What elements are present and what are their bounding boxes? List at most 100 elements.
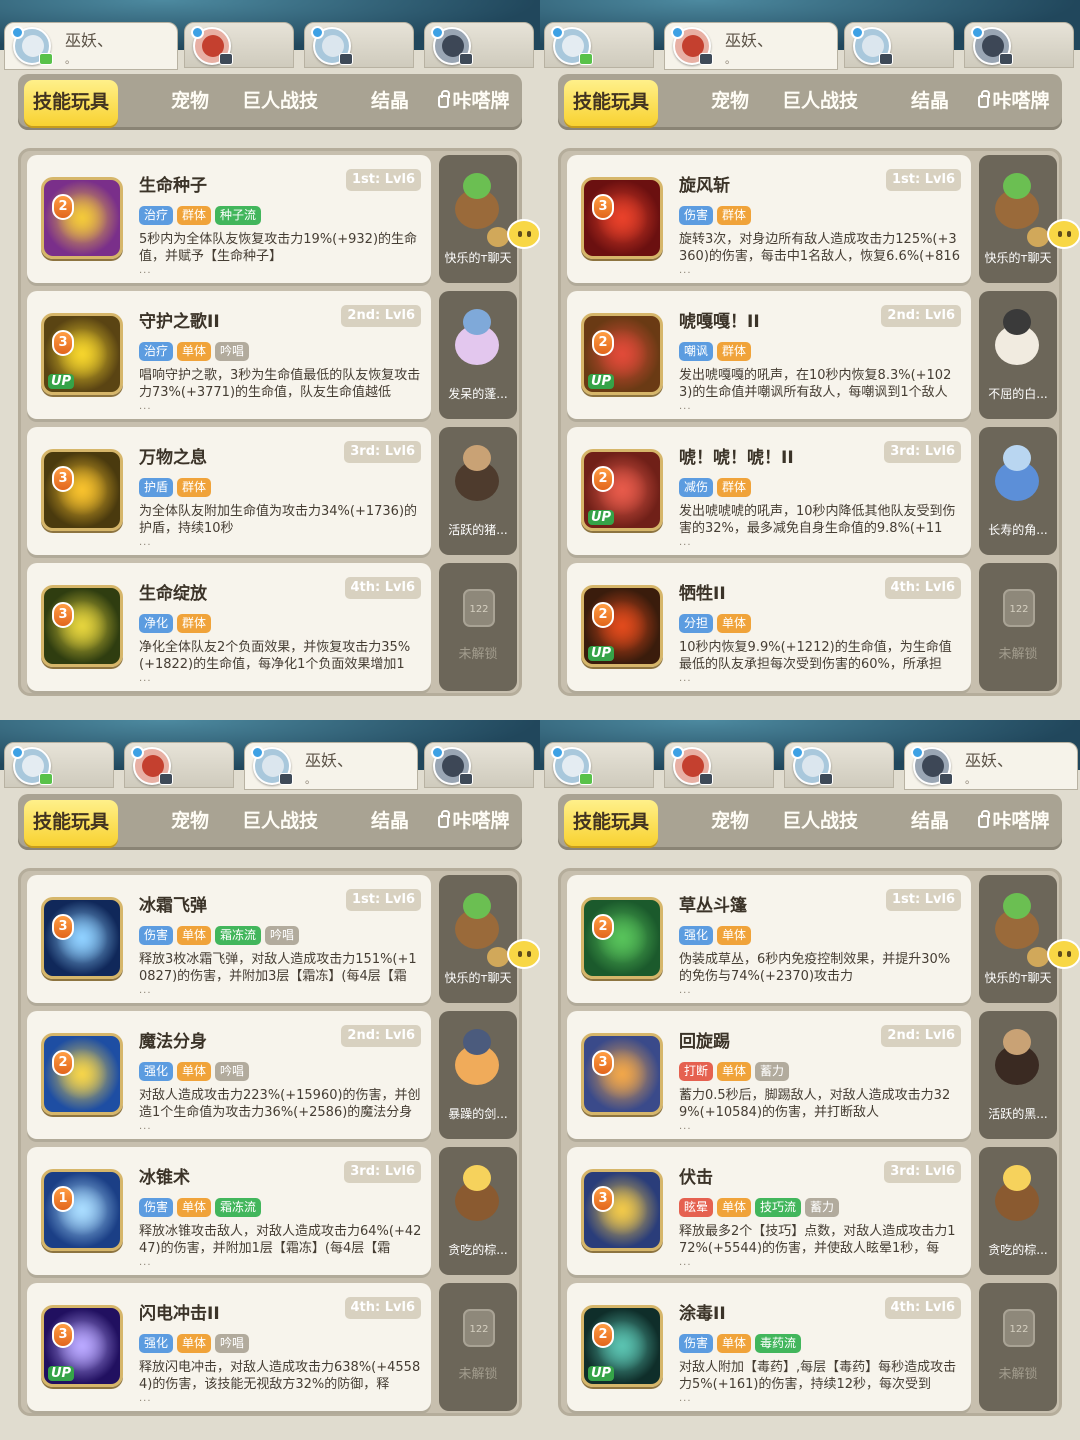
tab-skill-toys[interactable]: 技能玩具 [24,80,118,126]
skill-tag: 单体 [177,1198,212,1217]
tab-clack-cards[interactable]: 咔嗒牌 [428,794,520,850]
character-tab[interactable] [964,22,1074,68]
skill-tags: 治疗 单体 吟唱 [139,340,253,361]
category-tabs: 技能玩具 宠物 巨人战技 结晶 咔嗒牌 [18,794,522,850]
character-tab[interactable]: 巫妖、。 [4,22,178,70]
skill-card[interactable]: 3 旋风斩 1st: Lvl6 伤害 群体 旋转3次，对身边所有敌人造成攻击力125%(+… [567,155,971,283]
pet-head [1003,893,1031,919]
pet-slot[interactable]: 122 未解锁 [979,563,1057,691]
skill-card[interactable]: 3 UP 守护之歌II 2nd: Lvl6 治疗 单体 吟唱 唱响守护之歌，3秒为生命值最低的… [27,291,431,419]
character-tab[interactable] [184,22,294,68]
tab-skill-toys[interactable]: 技能玩具 [564,80,658,126]
skill-rank-badge: 2 [52,194,74,220]
skill-card[interactable]: 3 生命绽放 4th: Lvl6 净化 群体 净化全体队友2个负面效果，并恢复攻击力35%… [27,563,431,691]
tab-skill-toys[interactable]: 技能玩具 [564,800,658,846]
pet-slot[interactable]: 快乐的т聊天 [979,155,1080,283]
character-avatar [11,746,53,785]
tab-pets[interactable]: 宠物 [688,74,772,130]
skill-card[interactable]: 3 伏击 3rd: Lvl6 眩晕 单体 技巧流 蓄力 释放最多2个【技巧】点数，对敌人造成攻… [567,1147,971,1275]
skill-card[interactable]: 2 UP 唬嘎嘎！II 2nd: Lvl6 嘲讽 群体 发出唬嘎嘎的吼声，在10秒内恢复8.… [567,291,971,419]
character-avatar [131,746,173,785]
chat-emoji-icon[interactable] [1047,939,1080,969]
pet-head [463,173,491,199]
pet-slot[interactable]: 贪吃的棕... [439,1147,517,1275]
tab-crystals[interactable]: 结晶 [888,794,972,850]
character-avatar [11,26,53,65]
skill-list: 3 旋风斩 1st: Lvl6 伤害 群体 旋转3次，对身边所有敌人造成攻击力125%(+… [558,148,1080,696]
character-tab[interactable] [544,22,654,68]
pet-slot[interactable]: 122 未解锁 [979,1283,1057,1411]
character-tab[interactable]: 巫妖、。 [904,742,1078,790]
skill-card[interactable]: 2 魔法分身 2nd: Lvl6 强化 单体 吟唱 对敌人造成攻击力223%(+15960)… [27,1011,431,1139]
tab-label: 宠物 [710,810,749,832]
character-tab[interactable] [424,22,534,68]
tab-clack-cards[interactable]: 咔嗒牌 [968,794,1060,850]
pet-slot[interactable]: 发呆的蓬... [439,291,517,419]
tab-crystals[interactable]: 结晶 [888,74,972,130]
tab-giant-skills[interactable]: 巨人战技 [228,794,332,850]
skill-name: 万物之息 [139,448,207,468]
skill-tag: 群体 [177,206,212,225]
skill-description: 蓄力0.5秒后，脚踢敌人，对敌人造成攻击力329%(+10584)的伤害，并打断… [679,1088,951,1120]
unlock-status: 未解锁 [458,647,498,662]
skill-rank-badge: 2 [592,330,614,356]
tab-label: 宠物 [170,90,209,112]
character-tab[interactable]: 巫妖、。 [664,22,838,70]
tab-giant-skills[interactable]: 巨人战技 [768,74,872,130]
pet-slot[interactable]: 暴躁的剑... [439,1011,517,1139]
character-tab[interactable]: 巫妖、。 [244,742,418,790]
character-tabs: 巫妖、。 [540,742,1080,790]
character-tab[interactable] [784,742,894,788]
tab-pets[interactable]: 宠物 [688,794,772,850]
character-tab[interactable] [664,742,774,788]
skill-card[interactable]: 2 草丛斗篷 1st: Lvl6 强化 单体 伪装成草丛，6秒内免疫控制效果，并提升30%… [567,875,971,1003]
skill-card[interactable]: 3 回旋踢 2nd: Lvl6 打断 单体 蓄力 蓄力0.5秒后，脚踢敌人，对敌人造成攻击力… [567,1011,971,1139]
tab-pets[interactable]: 宠物 [148,74,232,130]
tab-clack-cards[interactable]: 咔嗒牌 [428,74,520,130]
pet-slot[interactable]: 活跃的黑... [979,1011,1057,1139]
skill-tag: 吟唱 [265,926,300,945]
tab-pets[interactable]: 宠物 [148,794,232,850]
pet-slot[interactable]: 快乐的т聊天 [979,875,1080,1003]
skill-card[interactable]: 2 UP 牺牲II 4th: Lvl6 分担 单体 10秒内恢复9.9%(+1212)的生命… [567,563,971,691]
pet-slot[interactable]: 不屈的白... [979,291,1057,419]
skill-tag: 蓄力 [755,1062,790,1081]
skill-card[interactable]: 3 UP 闪电冲击II 4th: Lvl6 强化 单体 吟唱 释放闪电冲击，对敌人造成攻击力6… [27,1283,431,1411]
more-indicator: ... [679,265,692,276]
skill-card[interactable]: 1 冰锥术 3rd: Lvl6 伤害 单体 霜冻流 释放冰锥攻击敌人，对敌人造成攻击力64%… [27,1147,431,1275]
class-tag-icon [251,746,264,759]
character-tab[interactable] [544,742,654,788]
pet-slot[interactable]: 122 未解锁 [439,563,517,691]
pet-slot[interactable]: 122 未解锁 [439,1283,517,1411]
character-tab[interactable] [424,742,534,788]
tab-skill-toys[interactable]: 技能玩具 [24,800,118,846]
character-tab[interactable] [844,22,954,68]
skill-card[interactable]: 2 UP 唬！唬！唬！II 3rd: Lvl6 减伤 群体 发出唬唬唬的吼声，10秒内降低其… [567,427,971,555]
skill-card[interactable]: 2 生命种子 1st: Lvl6 治疗 群体 种子流 5秒内为全体队友恢复攻击力19%(+9… [27,155,431,283]
pet-slot[interactable]: 长寿的角... [979,427,1057,555]
chat-emoji-icon[interactable] [507,939,540,969]
chat-emoji-icon[interactable] [1047,219,1080,249]
tab-giant-skills[interactable]: 巨人战技 [228,74,332,130]
skill-icon: 2 [41,177,123,259]
pet-slot[interactable]: 活跃的猪... [439,427,517,555]
chat-emoji-icon[interactable] [507,219,540,249]
character-avatar [311,26,353,65]
skill-card[interactable]: 3 冰霜飞弹 1st: Lvl6 伤害 单体 霜冻流 吟唱 释放3枚冰霜飞弹，对敌人造成攻击力… [27,875,431,1003]
tab-label: 咔嗒牌 [452,90,510,112]
character-tab[interactable] [304,22,414,68]
status-icon [459,773,473,785]
tab-crystals[interactable]: 结晶 [348,74,432,130]
tab-clack-cards[interactable]: 咔嗒牌 [968,74,1060,130]
tab-giant-skills[interactable]: 巨人战技 [768,794,872,850]
skill-description: 对敌人附加【毒药】,每层【毒药】每秒造成攻击力5%(+161)的伤害，持续12秒… [679,1360,957,1392]
skill-card[interactable]: 3 万物之息 3rd: Lvl6 护盾 群体 为全体队友附加生命值为攻击力34%(+173… [27,427,431,555]
pet-slot[interactable]: 快乐的т聊天 [439,875,540,1003]
skill-name: 唬！唬！唬！II [679,448,794,468]
pet-slot[interactable]: 贪吃的棕... [979,1147,1057,1275]
tab-crystals[interactable]: 结晶 [348,794,432,850]
character-tab[interactable] [4,742,114,788]
character-tab[interactable] [124,742,234,788]
skill-card[interactable]: 2 UP 涂毒II 4th: Lvl6 伤害 单体 毒药流 对敌人附加【毒药】,每层【毒药】每… [567,1283,971,1411]
pet-slot[interactable]: 快乐的т聊天 [439,155,540,283]
